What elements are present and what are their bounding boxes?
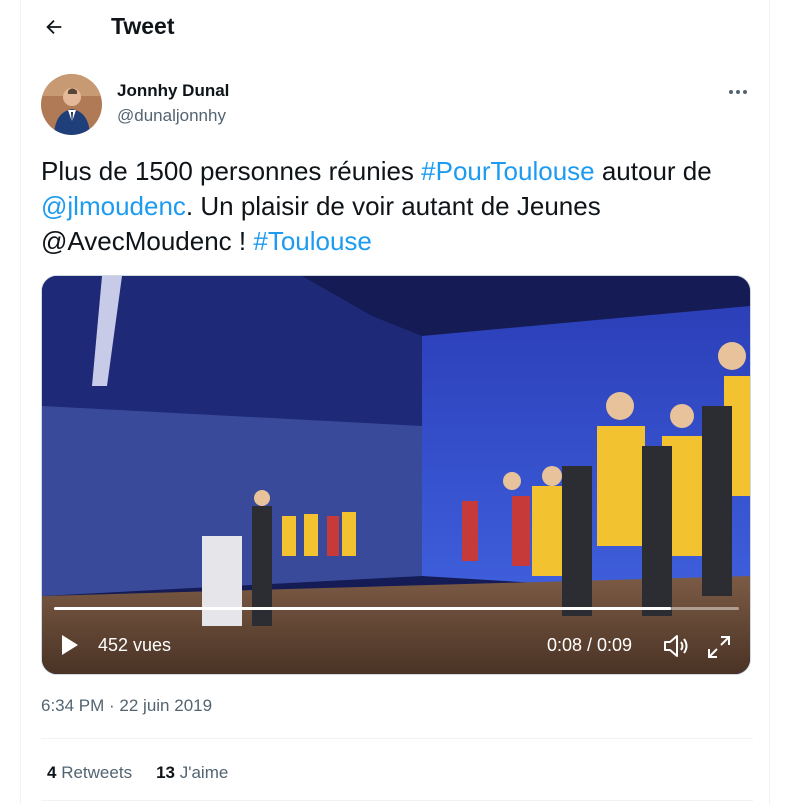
likes-stat[interactable]: 13 J'aime xyxy=(156,763,228,783)
ellipsis-icon xyxy=(729,90,747,94)
author-name[interactable]: Jonnhy Dunal xyxy=(117,81,229,101)
play-icon xyxy=(62,635,78,655)
tweet-stats: 4 Retweets 13 J'aime xyxy=(47,763,228,783)
retweets-stat[interactable]: 4 Retweets xyxy=(47,763,132,783)
video-view-count: 452 vues xyxy=(98,635,172,655)
avatar-image xyxy=(41,74,102,135)
avatar[interactable] xyxy=(41,74,102,135)
retweets-label: Retweets xyxy=(61,763,133,782)
tweet-text-part: autour de xyxy=(594,156,712,186)
video-time: 0:08 / 0:09 xyxy=(547,635,633,655)
video-player[interactable]: 452 vues 0:08 / 0:09 xyxy=(41,275,751,675)
tweet-text-part: Plus de 1500 personnes réunies xyxy=(41,156,422,186)
tweet-text: Plus de 1500 personnes réunies #PourToul… xyxy=(41,154,753,259)
hashtag-link[interactable]: #Toulouse xyxy=(253,226,372,256)
more-options-button[interactable] xyxy=(723,80,753,104)
likes-count: 13 xyxy=(156,763,175,782)
volume-icon xyxy=(664,635,688,657)
author-handle[interactable]: @dunaljonnhy xyxy=(117,106,226,126)
header: Tweet xyxy=(21,0,769,54)
volume-button[interactable] xyxy=(662,633,690,659)
mention-link[interactable]: @jlmoudenc xyxy=(41,191,186,221)
fullscreen-button[interactable] xyxy=(706,634,732,660)
tweet-column: Tweet Jonnhy Dunal @dunaljonnhy Plus de … xyxy=(20,0,770,804)
divider xyxy=(41,800,753,801)
video-progress-bar[interactable] xyxy=(54,607,739,610)
likes-label: J'aime xyxy=(179,763,229,782)
video-progress-fill xyxy=(54,607,671,610)
arrow-left-icon xyxy=(46,19,62,35)
back-button[interactable] xyxy=(37,10,71,44)
play-button[interactable] xyxy=(56,632,82,658)
timestamp-link[interactable]: 6:34 PM · 22 juin 2019 xyxy=(41,696,212,715)
tweet-timestamp: 6:34 PM · 22 juin 2019 xyxy=(41,696,212,716)
page-title: Tweet xyxy=(111,13,175,39)
divider xyxy=(41,738,753,739)
video-frame xyxy=(42,276,750,674)
hashtag-link[interactable]: #PourToulouse xyxy=(421,156,594,186)
fullscreen-icon xyxy=(708,636,730,658)
retweets-count: 4 xyxy=(47,763,57,782)
